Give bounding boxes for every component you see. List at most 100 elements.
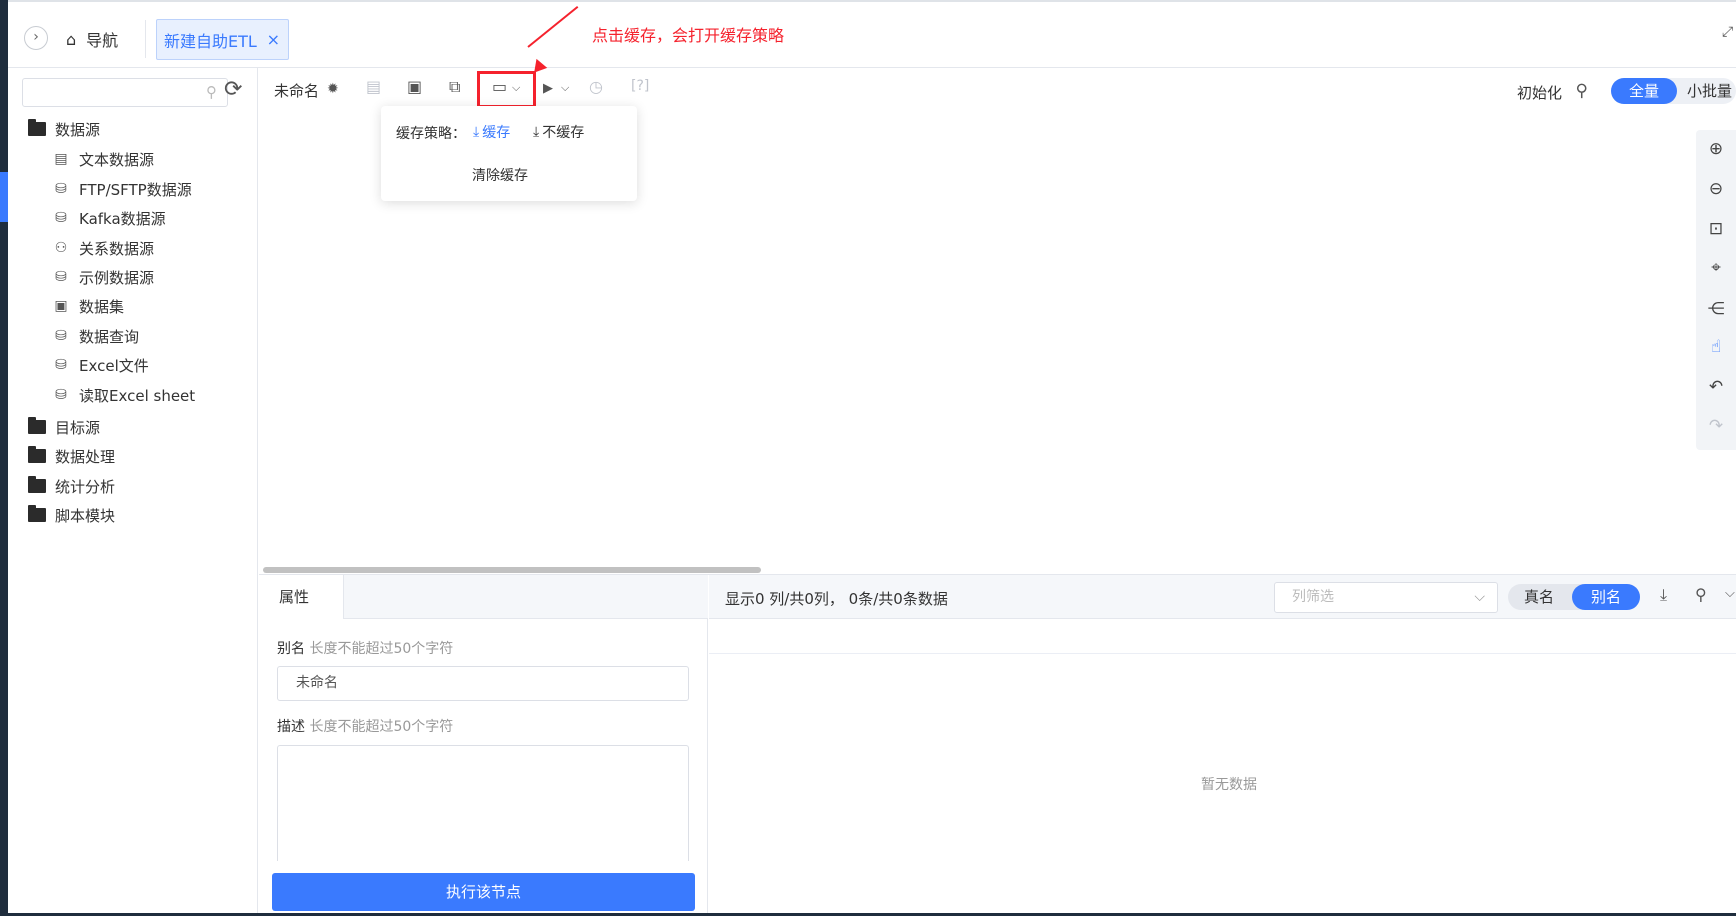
mode-batch-button[interactable]: 小批量	[1687, 78, 1732, 104]
search-icon[interactable]: ⚲	[206, 83, 217, 101]
tree-item-dataset[interactable]: ▣ 数据集	[52, 293, 124, 319]
database-icon: ⛁	[55, 210, 67, 226]
bottom-panel: 属性 别名 长度不能超过50个字符 未命名 描述 长度不能超过50个字符 执行该…	[259, 574, 1736, 914]
properties-panel: 属性 别名 长度不能超过50个字符 未命名 描述 长度不能超过50个字符 执行该…	[259, 575, 708, 914]
app-side-rail	[0, 0, 8, 916]
tab-bar: › ⌂ 导航 新建自助ETL × ⤢	[8, 0, 1736, 68]
undo-icon[interactable]: ↶	[1707, 379, 1725, 396]
folder-icon	[28, 417, 46, 434]
annotation-highlight-box	[477, 71, 536, 108]
tree-item-text-datasource[interactable]: ▤ 文本数据源	[52, 146, 154, 172]
tree-item-label: FTP/SFTP数据源	[79, 180, 192, 199]
description-textarea[interactable]	[277, 745, 689, 861]
annotation-text: 点击缓存，会打开缓存策略	[592, 26, 785, 45]
column-filter-select[interactable]: 列筛选 ⌵	[1274, 582, 1498, 613]
tree-item-label: 数据源	[55, 120, 101, 139]
chevron-down-icon[interactable]: ⌵	[561, 82, 569, 93]
tree-item-sample-datasource[interactable]: ⛁ 示例数据源	[52, 264, 154, 290]
tab-properties[interactable]: 属性	[259, 575, 344, 619]
fullscreen-icon[interactable]: ⤢	[1722, 24, 1736, 46]
real-name-button[interactable]: 真名	[1524, 584, 1554, 610]
document-icon[interactable]: ▤	[366, 79, 381, 95]
text-file-icon: ▤	[54, 151, 68, 167]
tree-item-label: Excel文件	[79, 356, 149, 375]
tree-item-read-excel-sheet[interactable]: ⛁ 读取Excel sheet	[52, 382, 195, 408]
preview-column-header-row	[709, 619, 1736, 654]
alias-name-button[interactable]: 别名	[1572, 584, 1640, 610]
tree-item-label: 脚本模块	[55, 506, 116, 525]
redo-icon[interactable]: ↷	[1707, 418, 1725, 435]
database-icon: ⛁	[55, 387, 67, 403]
run-mode-toggle[interactable]: 全量 小批量	[1611, 78, 1736, 104]
tree-item-label: 关系数据源	[79, 239, 155, 258]
init-search-icon[interactable]: ⚲	[1576, 81, 1588, 101]
tree-item-label: 文本数据源	[79, 150, 155, 169]
folder-icon	[28, 476, 46, 493]
folder-open-icon	[28, 119, 46, 136]
description-hint: 长度不能超过50个字符	[309, 719, 454, 735]
data-preview-panel: 显示0 列/共0列， 0条/共0条数据 列筛选 ⌵ 真名 别名 ⤓ ⚲ ⌵ 暂无…	[709, 575, 1736, 914]
save-icon[interactable]: ▣	[407, 79, 422, 95]
description-label-text: 描述	[277, 719, 305, 735]
init-label[interactable]: 初始化	[1517, 82, 1562, 103]
download-icon[interactable]: ⤓	[1660, 587, 1667, 603]
tree-folder-script[interactable]: 脚本模块	[28, 502, 115, 528]
dataset-icon: ▣	[54, 298, 68, 314]
chevron-right-icon[interactable]: ›	[24, 26, 48, 50]
hand-pan-icon[interactable]: ☝	[1707, 339, 1725, 356]
settings-icon[interactable]: ✹	[327, 82, 339, 96]
tree-item-label: 目标源	[55, 418, 101, 437]
app-side-rail-active[interactable]	[0, 172, 8, 222]
nav-home-button[interactable]: ⌂ 导航	[66, 26, 118, 52]
tree-item-label: 统计分析	[55, 477, 116, 496]
home-icon: ⌂	[66, 29, 77, 49]
alias-label: 别名 长度不能超过50个字符	[277, 638, 453, 658]
zoom-in-icon[interactable]: ⊕	[1707, 141, 1725, 158]
refresh-icon[interactable]: ⟳	[224, 79, 242, 101]
name-mode-toggle[interactable]: 真名 别名	[1508, 584, 1640, 610]
tree-item-excel-file[interactable]: ⛁ Excel文件	[52, 352, 149, 378]
nav-home-label: 导航	[86, 31, 119, 50]
properties-header: 属性	[259, 575, 708, 619]
locate-icon[interactable]: ⌖	[1707, 260, 1725, 277]
database-icon: ⛁	[55, 328, 67, 344]
run-icon[interactable]: ▶	[543, 82, 553, 95]
tree-item-ftp-datasource[interactable]: ⛁ FTP/SFTP数据源	[52, 176, 192, 202]
tree-item-label: 数据处理	[55, 447, 116, 466]
help-icon[interactable]: [?]	[631, 79, 649, 93]
tree-item-data-query[interactable]: ⛁ 数据查询	[52, 323, 139, 349]
tree-folder-statistics[interactable]: 统计分析	[28, 473, 115, 499]
canvas-tools: ⊕ ⊖ ⊡ ⌖ ⋲ ☝ ↶ ↷	[1696, 130, 1736, 450]
flow-name[interactable]: 未命名	[274, 80, 319, 101]
tree-folder-datasource[interactable]: 数据源	[28, 116, 100, 142]
database-icon: ⛁	[55, 181, 67, 197]
chevron-down-icon[interactable]: ⌵	[1725, 587, 1735, 600]
pin-icon[interactable]: ⚲	[1695, 587, 1707, 603]
database-icon: ⛁	[55, 357, 67, 373]
tree-item-relational-datasource[interactable]: ⚇ 关系数据源	[52, 235, 154, 261]
tree-folder-data-processing[interactable]: 数据处理	[28, 443, 115, 469]
zoom-out-icon[interactable]: ⊖	[1707, 181, 1725, 198]
fit-view-icon[interactable]: ⊡	[1707, 221, 1725, 238]
alias-hint: 长度不能超过50个字符	[309, 641, 454, 657]
etl-canvas[interactable]	[259, 114, 1736, 574]
tab-divider	[145, 20, 146, 58]
close-icon[interactable]: ×	[267, 30, 280, 49]
tree-item-kafka-datasource[interactable]: ⛁ Kafka数据源	[52, 205, 166, 231]
tree-item-label: 数据查询	[79, 327, 140, 346]
alias-input[interactable]: 未命名	[277, 666, 689, 701]
save-as-icon[interactable]: ⧉	[449, 79, 460, 95]
run-node-button[interactable]: 执行该节点	[272, 873, 695, 911]
canvas-horizontal-scrollbar[interactable]	[263, 567, 761, 573]
component-tree-panel: ⚲ ⟳ 数据源 ▤ 文本数据源 ⛁ FTP/SFTP数据源 ⛁ Kafka数据源…	[8, 68, 258, 913]
tree-item-label: 读取Excel sheet	[79, 386, 196, 405]
tree-item-label: Kafka数据源	[79, 209, 166, 228]
tab-new-etl[interactable]: 新建自助ETL ×	[156, 19, 289, 60]
schedule-icon[interactable]: ◷	[589, 79, 603, 95]
tree-search-input[interactable]: ⚲	[22, 78, 228, 107]
tree-folder-target[interactable]: 目标源	[28, 414, 100, 440]
layout-tree-icon[interactable]: ⋲	[1707, 301, 1725, 318]
mode-full-button[interactable]: 全量	[1611, 78, 1677, 104]
description-label: 描述 长度不能超过50个字符	[277, 716, 453, 736]
folder-icon	[28, 505, 46, 522]
